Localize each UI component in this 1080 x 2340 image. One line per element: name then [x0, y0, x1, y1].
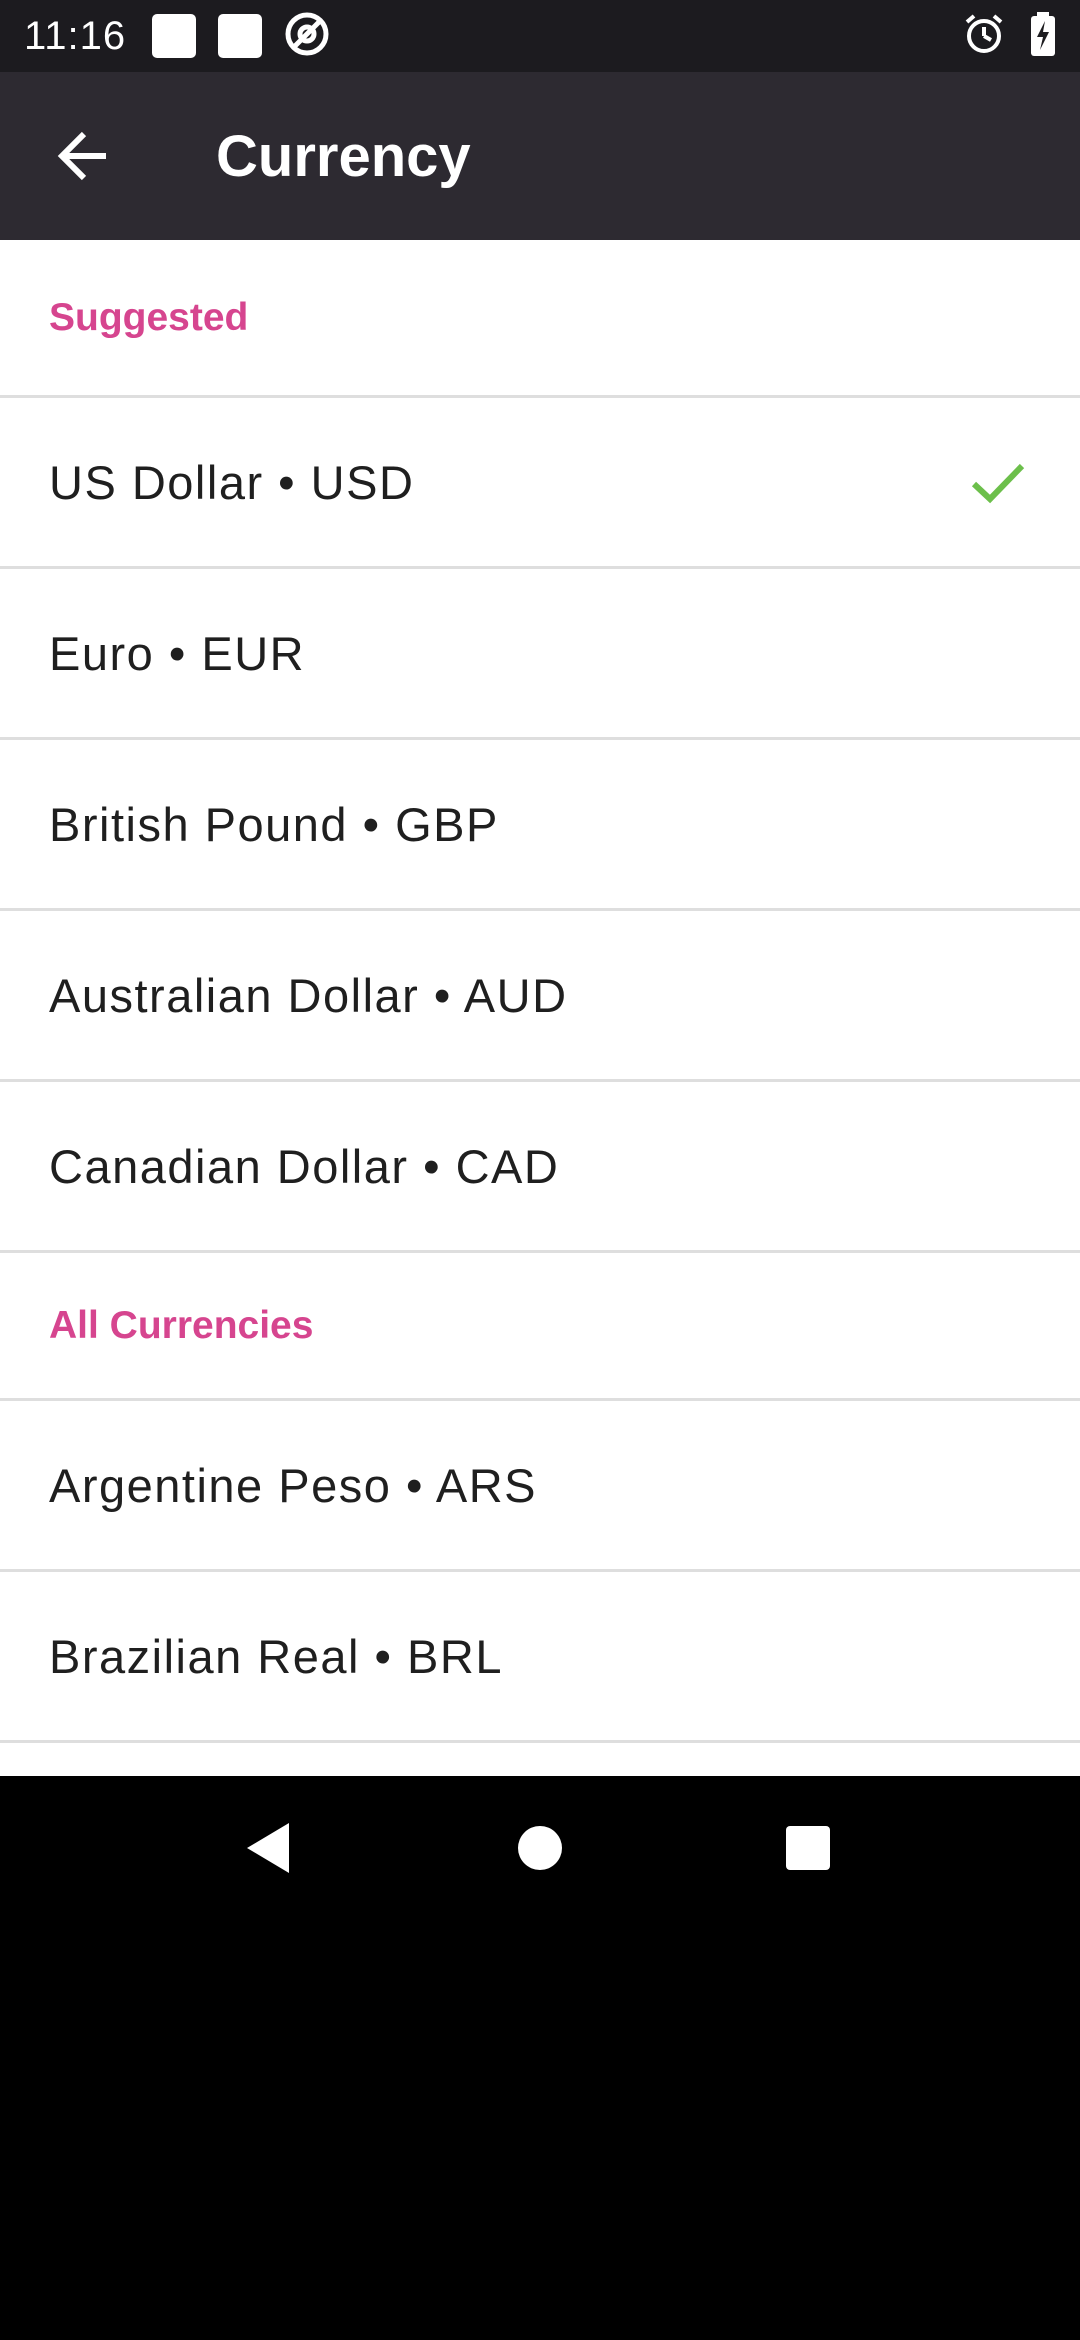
nav-back-icon	[247, 1823, 289, 1873]
system-nav-bar	[0, 1776, 1080, 1920]
nav-recents-button[interactable]	[776, 1816, 840, 1880]
currency-item-usd[interactable]: US Dollar • USD	[0, 398, 1080, 569]
currency-item-brl[interactable]: Brazilian Real • BRL	[0, 1572, 1080, 1743]
section-header-all-currencies: All Currencies	[0, 1253, 1080, 1401]
nav-home-icon	[518, 1826, 562, 1870]
currency-item-ars[interactable]: Argentine Peso • ARS	[0, 1401, 1080, 1572]
notification-square-icon	[152, 14, 197, 58]
page-title: Currency	[216, 123, 471, 189]
alarm-icon	[962, 12, 1006, 61]
back-button[interactable]	[24, 96, 144, 216]
nav-recents-icon	[786, 1826, 830, 1870]
arrow-left-icon	[57, 131, 106, 181]
notification-square-icon	[218, 14, 263, 58]
currency-label: British Pound • GBP	[49, 797, 499, 851]
currency-item-eur[interactable]: Euro • EUR	[0, 569, 1080, 740]
status-time: 11:16	[24, 13, 127, 58]
currency-label: Argentine Peso • ARS	[49, 1458, 537, 1512]
app-bar: Currency	[0, 72, 1080, 240]
at-sign-icon	[284, 11, 330, 62]
currency-item-gbp[interactable]: British Pound • GBP	[0, 740, 1080, 911]
checkmark-icon	[971, 463, 1025, 504]
nav-home-button[interactable]	[508, 1816, 572, 1880]
currency-label: Canadian Dollar • CAD	[49, 1139, 560, 1193]
currency-label: Brazilian Real • BRL	[49, 1629, 503, 1683]
screen: 11:16 Currency Suggested US Dollar • USD…	[0, 0, 1080, 2340]
battery-charging-icon	[1030, 11, 1056, 61]
nav-back-button[interactable]	[236, 1816, 300, 1880]
currency-item-cad[interactable]: Canadian Dollar • CAD	[0, 1082, 1080, 1253]
section-header-suggested: Suggested	[0, 240, 1080, 398]
status-bar: 11:16	[0, 0, 1080, 72]
currency-item-aud[interactable]: Australian Dollar • AUD	[0, 911, 1080, 1082]
currency-list: Suggested US Dollar • USD Euro • EUR Bri…	[0, 240, 1080, 1776]
currency-label: US Dollar • USD	[49, 455, 415, 509]
currency-label: Euro • EUR	[49, 626, 306, 680]
currency-label: Australian Dollar • AUD	[49, 968, 568, 1022]
